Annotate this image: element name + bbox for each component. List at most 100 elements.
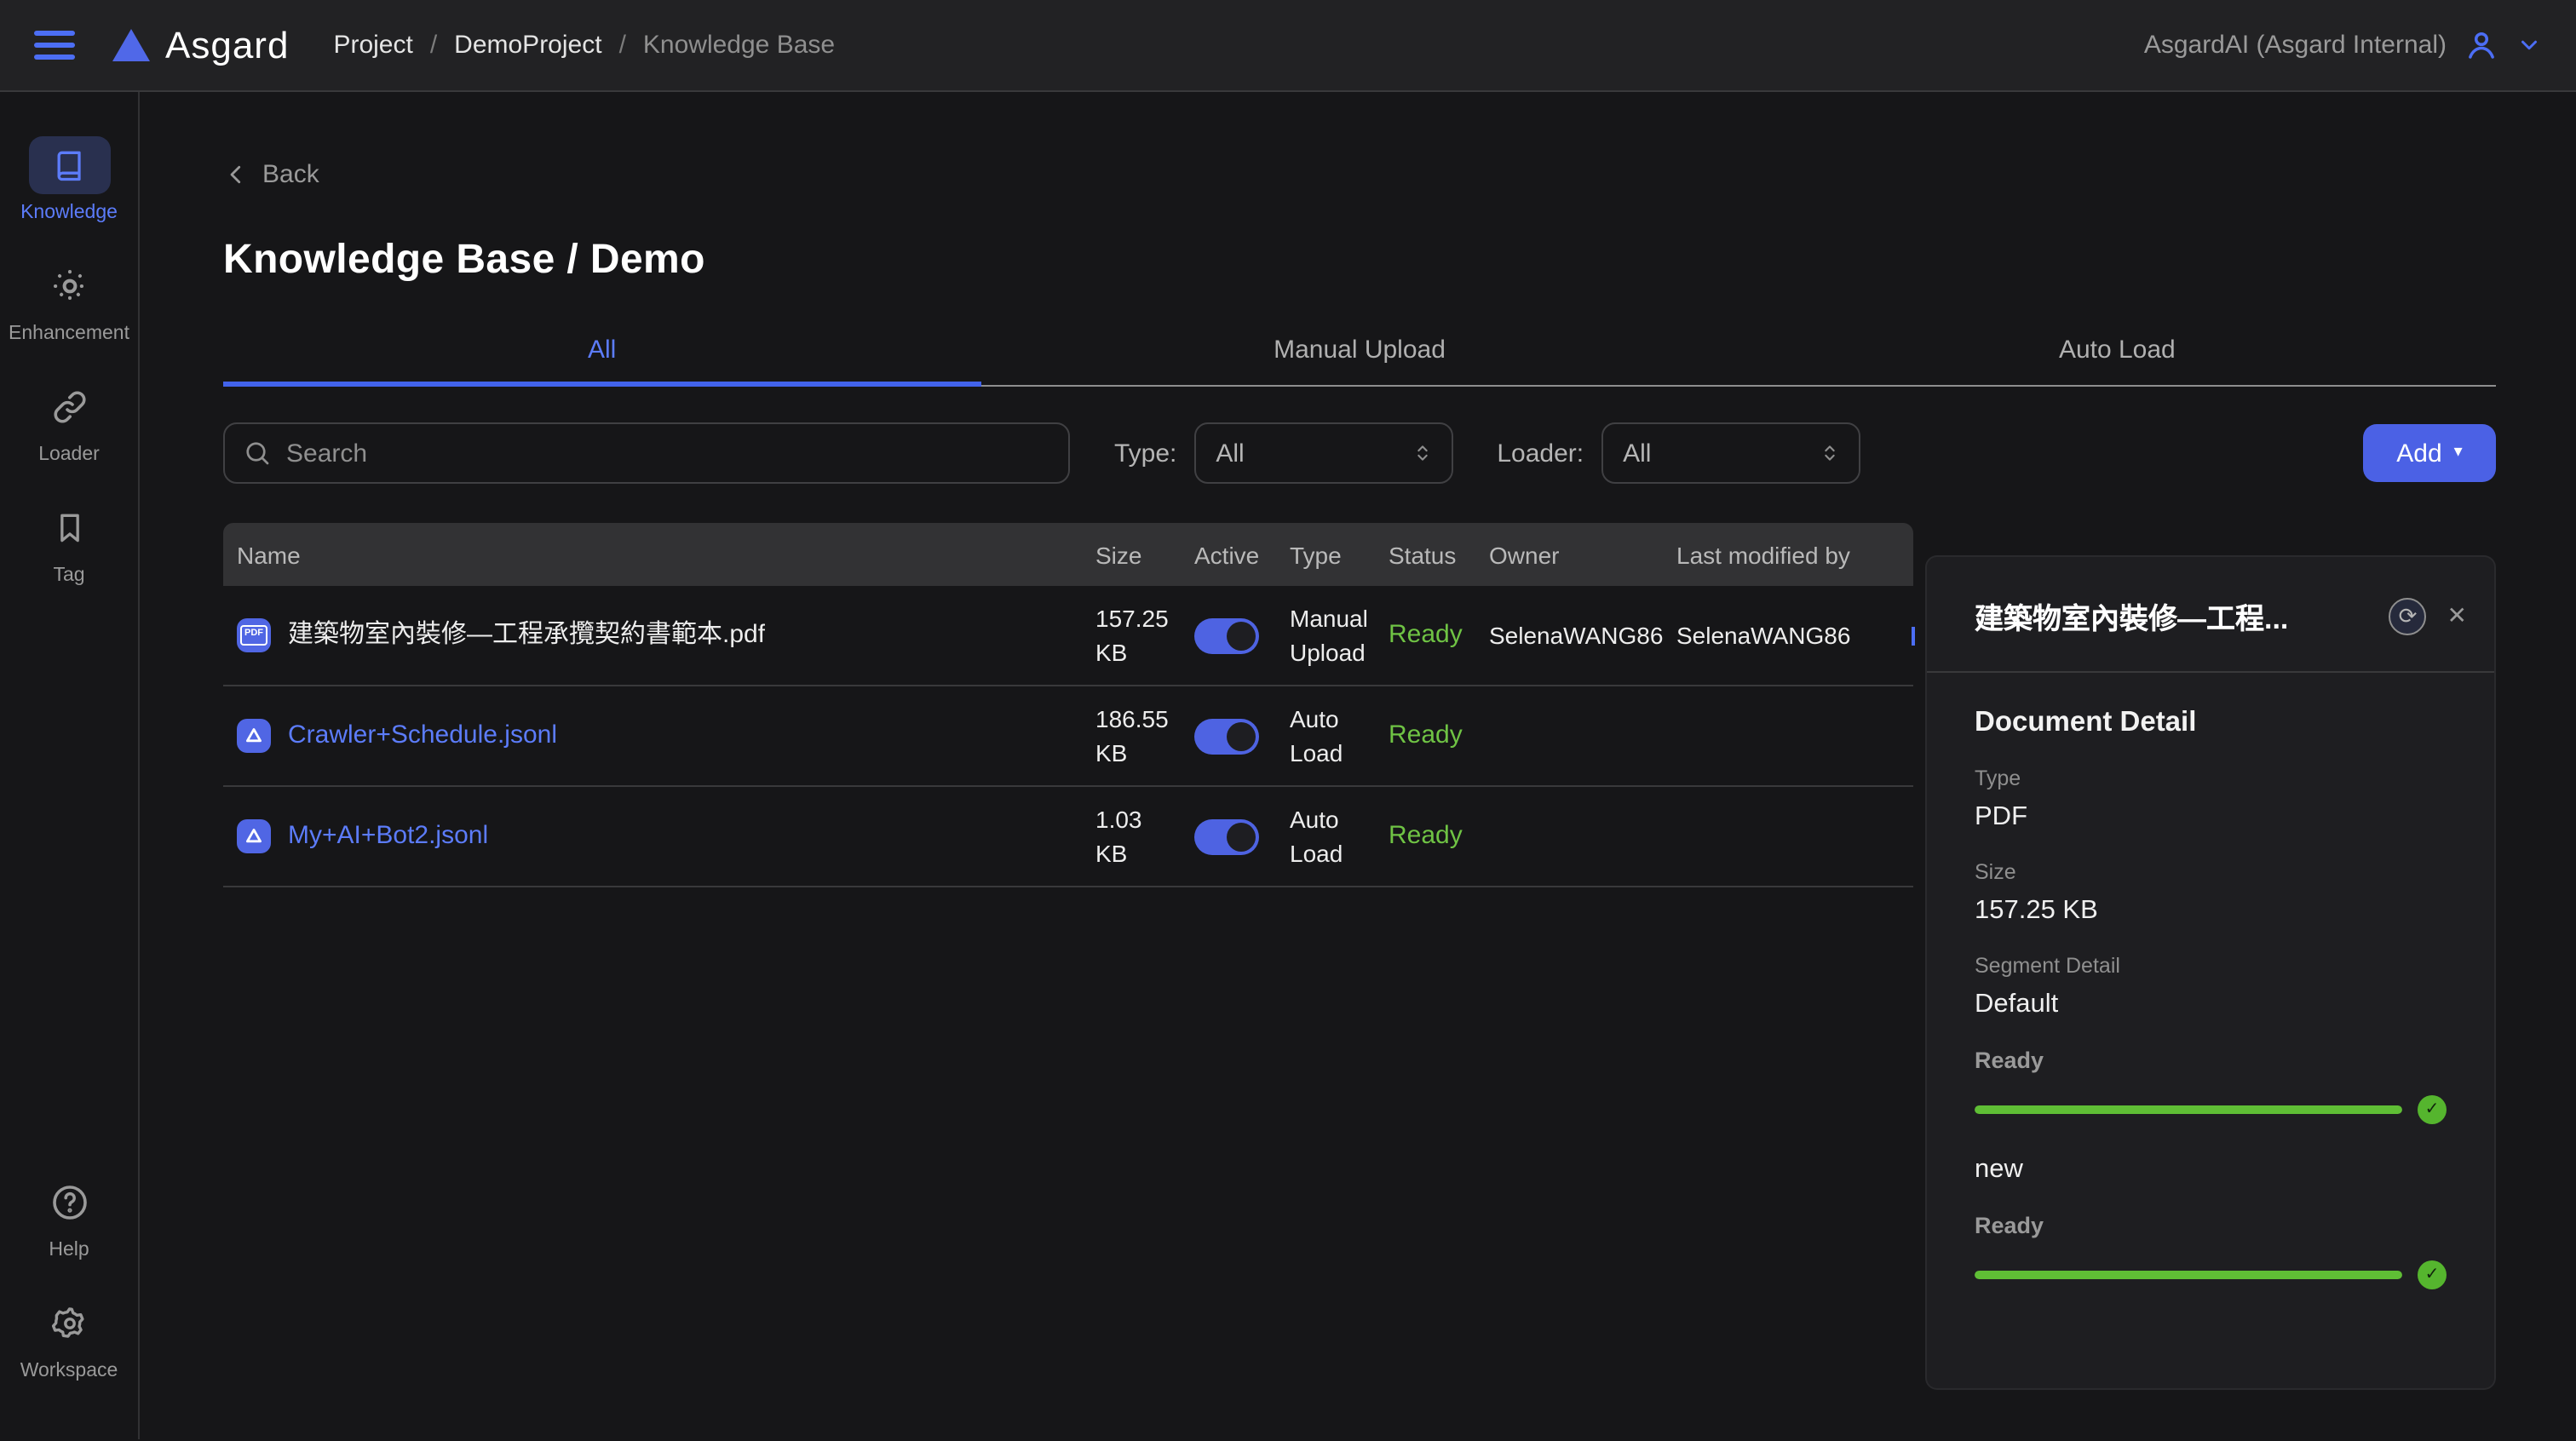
caret-down-icon: ▾: [2454, 445, 2463, 462]
select-chevrons-icon: [1817, 441, 1841, 465]
user-icon[interactable]: [2464, 27, 2499, 63]
breadcrumb-separator: /: [430, 31, 437, 60]
field-label: Size: [1975, 860, 2447, 884]
back-button[interactable]: Back: [223, 160, 342, 189]
sidebar-item-label: Loader: [38, 445, 100, 465]
sidebar-item-enhancement[interactable]: Enhancement: [4, 257, 134, 344]
active-toggle[interactable]: [1194, 718, 1259, 754]
search-icon: [242, 438, 273, 468]
last-modified-by: [1676, 722, 1913, 749]
detail-field-type: Type PDF: [1975, 766, 2447, 833]
file-type: Auto Load: [1290, 687, 1389, 784]
close-icon[interactable]: ✕: [2447, 601, 2467, 630]
file-size: 157.25KB: [1095, 587, 1194, 683]
sidebar-item-workspace[interactable]: Workspace: [4, 1295, 134, 1381]
loader-select[interactable]: All: [1601, 422, 1860, 484]
asgard-logo-icon: [112, 29, 150, 61]
file-name[interactable]: Crawler+Schedule.jsonl: [288, 717, 557, 755]
active-toggle[interactable]: [1194, 617, 1259, 653]
filter-bar: Type: All Loader: All Add ▾: [223, 422, 2496, 484]
account-label: AsgardAI (Asgard Internal): [2144, 31, 2447, 60]
panel-title: 建築物室內裝修—工程...: [1975, 594, 2372, 637]
sidebar-item-knowledge[interactable]: Knowledge: [4, 136, 134, 223]
column-header-size: Size: [1095, 541, 1194, 568]
file-name: 建築物室內裝修—工程承攬契約書範本.pdf: [288, 617, 765, 654]
tab-bar: AllManual UploadAuto Load: [223, 336, 2496, 387]
sidebar-item-loader[interactable]: Loader: [4, 378, 134, 465]
back-label: Back: [262, 160, 319, 189]
sidebar-item-label: Knowledge: [20, 203, 118, 223]
segment-status-block: Ready ✓: [1975, 1048, 2447, 1124]
pdf-file-icon: PDF: [237, 618, 271, 652]
segment-name: new: [1975, 1155, 2447, 1186]
field-value: 157.25 KB: [1975, 896, 2447, 927]
type-select-value: All: [1216, 439, 1244, 468]
detail-field-size: Size 157.25 KB: [1975, 860, 2447, 927]
tab-all[interactable]: All: [223, 336, 980, 387]
field-value: Default: [1975, 990, 2447, 1020]
jsonl-file-icon: [237, 819, 271, 853]
breadcrumb-separator: /: [619, 31, 626, 60]
field-label: Segment Detail: [1975, 954, 2447, 978]
brand-name: Asgard: [165, 23, 289, 67]
table-row[interactable]: Crawler+Schedule.jsonl186.55KBAuto LoadR…: [223, 686, 1913, 787]
owner: SelenaWANG86: [1489, 605, 1676, 667]
column-header-active: Active: [1194, 541, 1290, 568]
column-header-status: Status: [1389, 541, 1489, 568]
check-circle-icon: ✓: [2418, 1095, 2447, 1124]
sidebar-item-tag[interactable]: Tag: [4, 499, 134, 586]
sidebar-item-label: Enhancement: [9, 324, 129, 344]
field-label: Type: [1975, 766, 2447, 790]
segment-status-label: Ready: [1975, 1048, 2447, 1073]
clipped-text-indicator: [1912, 627, 1915, 646]
sidebar-item-help[interactable]: Help: [4, 1174, 134, 1260]
owner: [1489, 722, 1676, 749]
file-type: Manual Upload: [1290, 587, 1389, 683]
breadcrumb-demoproject[interactable]: DemoProject: [454, 31, 601, 60]
tab-manual-upload[interactable]: Manual Upload: [980, 336, 1738, 387]
segment-status-label: Ready: [1975, 1213, 2447, 1238]
column-header-type: Type: [1290, 541, 1389, 568]
top-header: Asgard Project / DemoProject / Knowledge…: [0, 0, 2576, 92]
app-root: Asgard Project / DemoProject / Knowledge…: [0, 0, 2576, 1441]
breadcrumb-project[interactable]: Project: [333, 31, 412, 60]
add-button[interactable]: Add ▾: [2363, 424, 2496, 482]
check-circle-icon: ✓: [2418, 1260, 2447, 1289]
progress-bar: [1975, 1105, 2402, 1114]
file-size: 1.03KB: [1095, 788, 1194, 884]
sidebar-item-label: Workspace: [20, 1361, 118, 1381]
book-icon: [50, 146, 88, 184]
file-name[interactable]: My+AI+Bot2.jsonl: [288, 818, 488, 855]
breadcrumb: Project / DemoProject / Knowledge Base: [333, 31, 835, 60]
sidebar-item-label: Help: [49, 1240, 89, 1260]
owner: [1489, 823, 1676, 850]
active-toggle[interactable]: [1194, 818, 1259, 854]
refresh-icon[interactable]: ⟳: [2389, 597, 2427, 634]
documents-table: NameSizeActiveTypeStatusOwnerLast modifi…: [223, 523, 1913, 887]
last-modified-by: SelenaWANG86: [1676, 605, 1913, 667]
menu-icon[interactable]: [34, 31, 75, 60]
help-icon: [49, 1182, 89, 1223]
type-select[interactable]: All: [1193, 422, 1452, 484]
column-header-name: Name: [237, 541, 1095, 568]
loader-select-value: All: [1623, 439, 1651, 468]
main-content: Back Knowledge Base / Demo AllManual Upl…: [140, 92, 2576, 1439]
table-row[interactable]: My+AI+Bot2.jsonl1.03KBAuto LoadReady: [223, 787, 1913, 887]
document-detail-panel: 建築物室內裝修—工程... ⟳ ✕ Document Detail Type PD…: [1927, 557, 2494, 1388]
table-header-row: NameSizeActiveTypeStatusOwnerLast modifi…: [223, 523, 1913, 586]
loader-filter-label: Loader:: [1497, 439, 1584, 468]
search-input[interactable]: [223, 422, 1070, 484]
link-icon: [49, 387, 89, 428]
status-badge: Ready: [1389, 603, 1489, 668]
column-header-last-modified-by: Last modified by: [1676, 541, 1913, 568]
panel-section-title: Document Detail: [1975, 707, 2447, 739]
chevron-left-icon: [223, 162, 249, 187]
jsonl-file-icon: [237, 719, 271, 753]
type-filter-label: Type:: [1114, 439, 1176, 468]
chevron-down-icon[interactable]: [2516, 32, 2542, 58]
table-row[interactable]: PDF 建築物室內裝修—工程承攬契約書範本.pdf 157.25KB Manual U…: [223, 586, 1913, 686]
field-value: PDF: [1975, 802, 2447, 833]
status-badge: Ready: [1389, 804, 1489, 869]
sidebar: Knowledge Enhancement Loader Tag Help Workspa…: [0, 92, 140, 1439]
tab-auto-load[interactable]: Auto Load: [1739, 336, 2496, 387]
